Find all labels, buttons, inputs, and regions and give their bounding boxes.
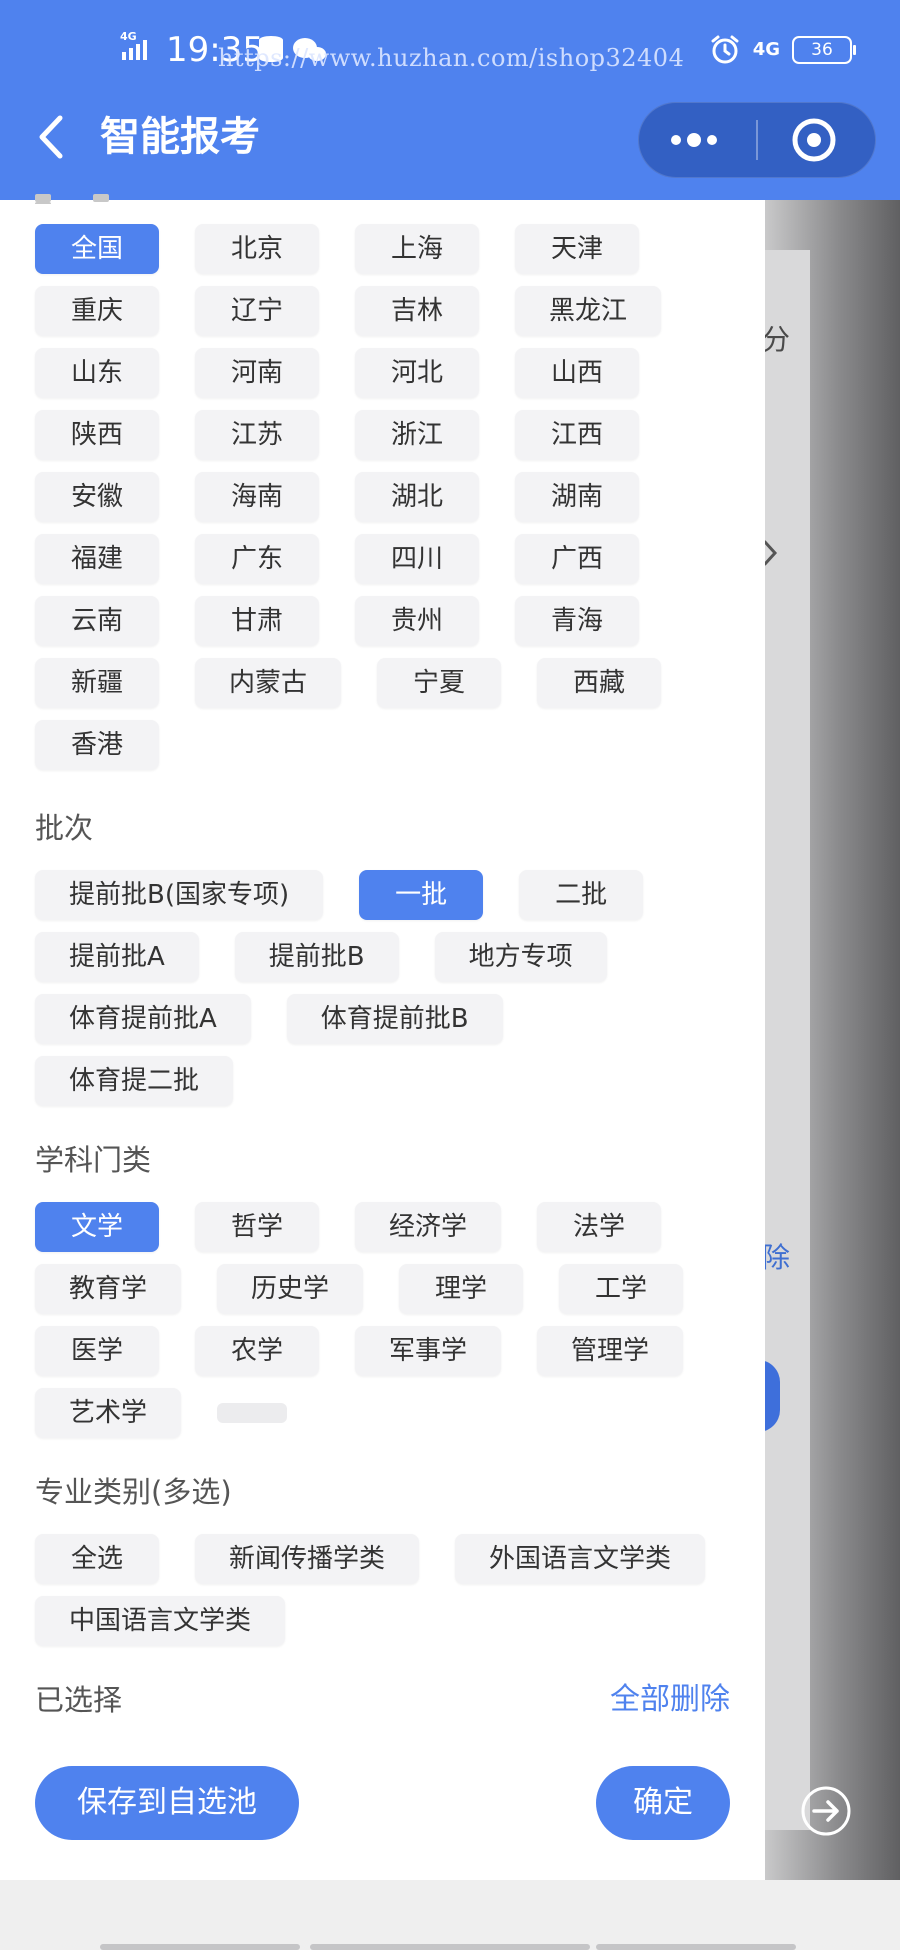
network-label: 4G (752, 39, 780, 60)
background-text-chu: 除 (762, 1241, 791, 1274)
chip-region[interactable]: 重庆 (35, 286, 159, 336)
chip-discipline[interactable]: 教育学 (35, 1264, 182, 1314)
chip-region[interactable]: 云南 (35, 596, 159, 646)
chip-discipline[interactable]: 文学 (35, 1202, 159, 1252)
chip-discipline[interactable]: 农学 (195, 1326, 319, 1376)
save-to-pool-button[interactable]: 保存到自选池 (35, 1766, 299, 1840)
chip-region[interactable]: 浙江 (355, 410, 479, 460)
page-title: 智能报考 (100, 114, 260, 160)
chip-discipline[interactable]: 管理学 (537, 1326, 684, 1376)
bottom-tab-indicator (100, 1944, 300, 1950)
chip-region[interactable]: 广西 (515, 534, 639, 584)
chip-major-category[interactable]: 全选 (35, 1534, 159, 1584)
arrow-right-circle-icon[interactable] (800, 1785, 852, 1837)
chip-region[interactable]: 内蒙古 (195, 658, 342, 708)
signal-icon: 4G (120, 30, 147, 60)
chip-region[interactable]: 陕西 (35, 410, 159, 460)
chip-batch[interactable]: 一批 (359, 870, 484, 920)
back-icon[interactable] (30, 112, 74, 162)
selected-section-title: 已选择 (35, 1683, 123, 1717)
chip-region[interactable]: 全国 (35, 224, 159, 274)
chip-discipline[interactable]: 艺术学 (35, 1388, 182, 1438)
chip-placeholder (217, 1403, 288, 1423)
major-category-section-title: 专业类别(多选) (35, 1475, 232, 1509)
watermark-text: https://www.huzhan.com/ishop32404 (218, 44, 685, 72)
chip-batch[interactable]: 体育提前批B (286, 994, 503, 1044)
chip-batch[interactable]: 提前批B(国家专项) (35, 870, 324, 920)
confirm-button[interactable]: 确定 (596, 1766, 730, 1840)
top-bar: 4G 19:35 https://www.huzhan.com/ishop324… (0, 0, 900, 200)
discipline-section-title: 学科门类 (35, 1143, 152, 1177)
chip-region[interactable]: 湖南 (515, 472, 639, 522)
chip-discipline[interactable]: 理学 (399, 1264, 524, 1314)
chip-discipline[interactable]: 法学 (537, 1202, 662, 1252)
chip-discipline[interactable]: 工学 (559, 1264, 684, 1314)
bottom-strip (0, 1880, 900, 1950)
chip-region[interactable]: 新疆 (35, 658, 159, 708)
chip-major-category[interactable]: 外国语言文学类 (455, 1534, 706, 1584)
chip-batch[interactable]: 二批 (519, 870, 644, 920)
chip-discipline[interactable]: 哲学 (195, 1202, 319, 1252)
batch-chip-group: 提前批B(国家专项) 一批 二批 提前批A 提前批B 地方专项 体育提前批A 体… (35, 870, 735, 1106)
chip-region[interactable]: 宁夏 (377, 658, 502, 708)
more-icon[interactable] (638, 102, 756, 178)
close-target-icon[interactable] (758, 102, 876, 178)
chip-region[interactable]: 山东 (35, 348, 159, 398)
chip-region[interactable]: 江西 (515, 410, 639, 460)
alarm-icon (711, 35, 739, 64)
chip-region[interactable]: 辽宁 (195, 286, 319, 336)
chip-region[interactable]: 福建 (35, 534, 159, 584)
chip-discipline[interactable]: 经济学 (355, 1202, 502, 1252)
major-category-chip-group: 全选 新闻传播学类 外国语言文学类 中国语言文学类 (35, 1534, 735, 1646)
chip-region[interactable]: 安徽 (35, 472, 159, 522)
chip-batch[interactable]: 提前批A (35, 932, 199, 982)
chip-region[interactable]: 海南 (195, 472, 319, 522)
filter-panel: 全国 北京 上海 天津 重庆 辽宁 吉林 黑龙江 山东 河南 河北 山西 陕西 … (0, 194, 765, 1880)
chip-region[interactable]: 北京 (195, 224, 319, 274)
chip-region[interactable]: 贵州 (355, 596, 479, 646)
chip-region[interactable]: 香港 (35, 720, 159, 770)
chip-discipline[interactable]: 医学 (35, 1326, 159, 1376)
region-chip-group: 全国 北京 上海 天津 重庆 辽宁 吉林 黑龙江 山东 河南 河北 山西 陕西 … (35, 224, 735, 770)
background-text-fen: 分 (762, 323, 791, 356)
chip-region[interactable]: 上海 (355, 224, 479, 274)
chip-region[interactable]: 四川 (355, 534, 479, 584)
chip-region[interactable]: 广东 (195, 534, 319, 584)
chip-region[interactable]: 黑龙江 (515, 286, 662, 336)
chip-batch[interactable]: 地方专项 (434, 932, 607, 982)
chip-region[interactable]: 江苏 (195, 410, 319, 460)
chip-region[interactable]: 山西 (515, 348, 639, 398)
battery-indicator: 36 (792, 36, 856, 64)
chip-discipline[interactable]: 历史学 (217, 1264, 364, 1314)
chip-major-category[interactable]: 新闻传播学类 (195, 1534, 420, 1584)
mini-program-capsule (638, 102, 876, 178)
bottom-tab-indicator (310, 1944, 590, 1950)
chip-region[interactable]: 西藏 (537, 658, 662, 708)
chip-batch[interactable]: 体育提二批 (35, 1056, 234, 1106)
chip-region[interactable]: 河南 (195, 348, 319, 398)
status-right: 4G 36 (709, 30, 856, 70)
scrolled-section-title-remnant (35, 194, 185, 204)
chip-major-category[interactable]: 中国语言文学类 (35, 1596, 286, 1646)
chip-batch[interactable]: 提前批B (234, 932, 399, 982)
batch-section-title: 批次 (35, 811, 94, 845)
svg-text:4G: 4G (120, 30, 137, 43)
chip-discipline[interactable]: 军事学 (355, 1326, 502, 1376)
background-page-card (765, 250, 810, 1830)
chip-region[interactable]: 湖北 (355, 472, 479, 522)
discipline-chip-group: 文学 哲学 经济学 法学 教育学 历史学 理学 工学 医学 农学 军事学 管理学… (35, 1202, 735, 1438)
chip-region[interactable]: 青海 (515, 596, 639, 646)
bottom-tab-indicator (596, 1944, 796, 1950)
clear-all-link[interactable]: 全部删除 (610, 1680, 730, 1720)
chip-region[interactable]: 天津 (515, 224, 639, 274)
chip-region[interactable]: 河北 (355, 348, 479, 398)
chip-batch[interactable]: 体育提前批A (35, 994, 251, 1044)
chip-region[interactable]: 吉林 (355, 286, 479, 336)
chip-region[interactable]: 甘肃 (195, 596, 319, 646)
